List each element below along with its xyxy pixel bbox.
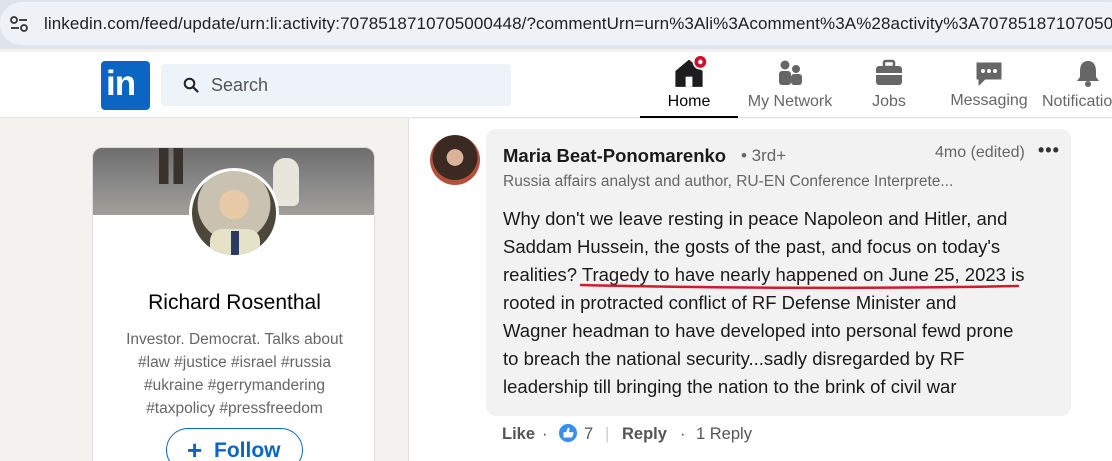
plus-icon: + [187,435,203,461]
more-options-icon[interactable]: ••• [1038,140,1060,161]
nav-home[interactable]: Home [640,52,738,118]
profile-name[interactable]: Richard Rosenthal [93,291,374,315]
comment-line: Saddam Hussein, the gosts of the past, a… [503,236,1001,257]
reply-button[interactable]: Reply [622,425,667,444]
separator-bar: | [605,425,610,443]
comment-text: Why don't we leave resting in peace Napo… [503,205,1063,401]
nav-notifications[interactable]: Notifications [1040,52,1112,118]
red-underline-annotation [579,283,1020,290]
connection-degree: • 3rd+ [741,146,787,165]
comment-line: rooted in protracted conflict of RF Defe… [503,292,957,313]
bell-icon [1077,61,1099,87]
comment-line: leadership till bringing the nation to t… [503,376,957,397]
like-button[interactable]: Like [502,425,535,444]
separator-dot: · [680,425,686,443]
network-icon [779,60,802,85]
nav-messaging[interactable]: Messaging [946,52,1032,118]
comment-author-headline: Russia affairs analyst and author, RU-EN… [503,173,954,190]
search-icon [183,77,199,93]
chat-icon [976,62,1002,86]
nav-notifications-label: Notifications [1042,93,1112,110]
browser-toolbar: linkedin.com/feed/update/urn:li:activity… [0,0,1112,49]
nav-messaging-label: Messaging [950,92,1028,109]
nav-my-network-label: My Network [747,93,833,110]
comment-timestamp: 4mo (edited) [935,144,1025,161]
comment-author[interactable]: Maria Beat-Ponomarenko [503,145,726,167]
top-nav: in Search Home My Network Jobs Messaging… [0,52,1112,118]
reaction-count[interactable]: 7 [584,425,593,444]
url-text[interactable]: linkedin.com/feed/update/urn:li:activity… [44,14,1112,34]
comment-line: Why don't we leave resting in peace Napo… [503,208,1008,229]
follow-label: Follow [214,439,281,461]
comment-line: Wagner headman to have developed into pe… [503,320,1014,341]
site-settings-icon[interactable] [10,16,28,32]
separator-dot: · [542,425,548,443]
comment-line: to breach the national security...sadly … [503,348,965,369]
banner-figure [159,148,183,184]
profile-headline: Investor. Democrat. Talks about #law #ju… [126,331,343,417]
profile-avatar[interactable] [189,168,279,258]
search-input[interactable]: Search [161,64,511,106]
like-reaction-icon[interactable] [558,423,578,443]
home-icon [675,54,707,87]
nav-home-label: Home [667,93,711,110]
nav-jobs[interactable]: Jobs [848,52,930,118]
address-bar[interactable]: linkedin.com/feed/update/urn:li:activity… [0,2,1112,45]
replies-link[interactable]: 1 Reply [696,425,752,444]
linkedin-logo[interactable]: in [101,61,150,110]
commenter-avatar[interactable] [430,135,480,185]
search-placeholder: Search [211,75,269,95]
profile-card: Richard Rosenthal Investor. Democrat. Ta… [92,147,375,461]
briefcase-icon [876,59,902,85]
nav-jobs-label: Jobs [872,93,906,110]
follow-button[interactable]: + Follow [166,428,303,461]
nav-my-network[interactable]: My Network [742,52,838,118]
